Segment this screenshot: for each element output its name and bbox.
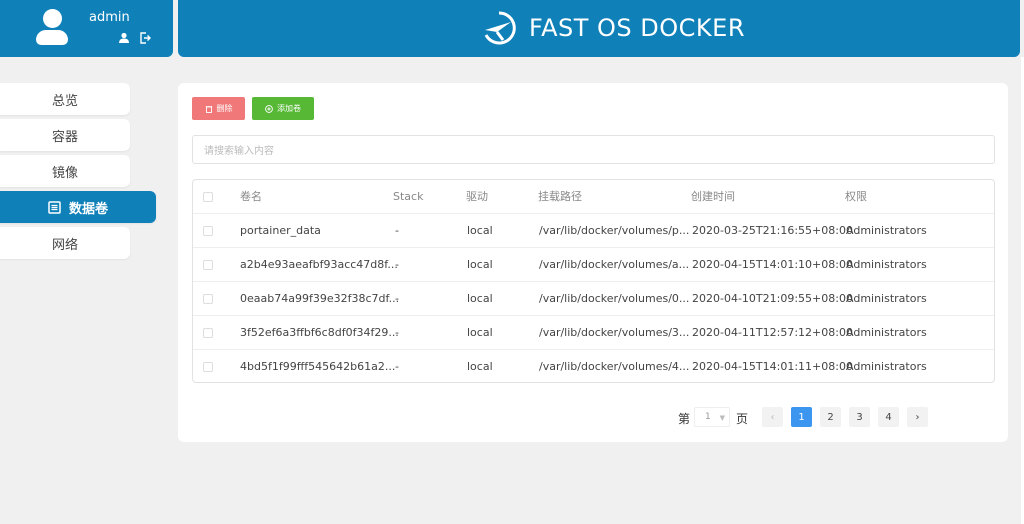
- search-placeholder: 请搜索输入内容: [204, 146, 274, 157]
- column-header: 挂载路径: [538, 190, 582, 203]
- driver-cell: local: [467, 360, 493, 373]
- page-number: 3: [856, 411, 863, 423]
- created-cell: 2020-04-10T21:09:55+08:00: [692, 292, 853, 305]
- page-prefix-label: 第: [678, 412, 691, 426]
- sidebar-item-overview[interactable]: 总览: [0, 83, 130, 115]
- driver-cell: local: [467, 258, 493, 271]
- mount-path-cell: /var/lib/docker/volumes/3...: [539, 326, 690, 339]
- permission-cell: Administrators: [846, 360, 927, 373]
- row-checkbox[interactable]: [203, 328, 213, 338]
- mount-path-cell: /var/lib/docker/volumes/4...: [539, 360, 690, 373]
- next-page-button[interactable]: ›: [907, 407, 928, 427]
- row-checkbox[interactable]: [203, 260, 213, 270]
- table-row[interactable]: 4bd5f1f99fff545642b61a2... - local /var/…: [193, 350, 994, 382]
- table-row[interactable]: 3f52ef6a3ffbf6c8df0f34f29... - local /va…: [193, 316, 994, 350]
- app-header: FAST OS DOCKER: [178, 0, 1020, 57]
- prev-page-button[interactable]: ‹: [762, 407, 783, 427]
- column-header: Stack: [393, 190, 424, 203]
- page-select-value: 1: [705, 412, 711, 422]
- sidebar-item-label: 容器: [51, 129, 78, 145]
- page-number: 2: [827, 411, 834, 423]
- driver-cell: local: [467, 224, 493, 237]
- page-1-button[interactable]: 1: [791, 407, 812, 427]
- page-3-button[interactable]: 3: [849, 407, 870, 427]
- sidebar-item-network[interactable]: 网络: [0, 227, 130, 259]
- page-number: 4: [885, 411, 892, 423]
- page-suffix-label: 页: [736, 412, 749, 426]
- mount-path-cell: /var/lib/docker/volumes/0...: [539, 292, 690, 305]
- page-2-button[interactable]: 2: [820, 407, 841, 427]
- search-input[interactable]: 请搜索输入内容: [192, 135, 995, 164]
- chevron-left-icon: ‹: [770, 411, 775, 423]
- user-icon[interactable]: [118, 32, 130, 44]
- table-header-row: 卷名 Stack 驱动 挂载路径 创建时间 权限: [193, 180, 994, 214]
- sidebar-item-label: 网络: [51, 237, 78, 253]
- avatar: [36, 9, 70, 47]
- volume-name: 3f52ef6a3ffbf6c8df0f34f29...: [240, 326, 399, 339]
- table-row[interactable]: portainer_data - local /var/lib/docker/v…: [193, 214, 994, 248]
- volumes-panel: 删除 添加卷 请搜索输入内容 卷名 Stack 驱动 挂载路径 创建时间 权限: [178, 83, 1008, 442]
- driver-cell: local: [467, 292, 493, 305]
- volume-name: portainer_data: [240, 224, 321, 237]
- volume-name: 0eaab74a99f39e32f38c7df...: [240, 292, 400, 305]
- stack-cell: -: [395, 258, 399, 271]
- stack-cell: -: [395, 360, 399, 373]
- volume-name: a2b4e93aeafbf93acc47d8f...: [240, 258, 398, 271]
- chevron-down-icon: ▼: [719, 414, 725, 422]
- permission-cell: Administrators: [846, 292, 927, 305]
- created-cell: 2020-04-15T14:01:11+08:00: [692, 360, 853, 373]
- plus-circle-icon: [265, 104, 273, 113]
- stack-cell: -: [395, 224, 399, 237]
- created-cell: 2020-03-25T21:16:55+08:00: [692, 224, 853, 237]
- mount-path-cell: /var/lib/docker/volumes/a...: [539, 258, 690, 271]
- mount-path-cell: /var/lib/docker/volumes/p...: [539, 224, 690, 237]
- volume-name: 4bd5f1f99fff545642b61a2...: [240, 360, 396, 373]
- column-header: 权限: [845, 190, 867, 203]
- logout-icon[interactable]: [139, 32, 151, 44]
- add-volume-button[interactable]: 添加卷: [252, 97, 314, 120]
- select-all-checkbox[interactable]: [203, 192, 213, 202]
- sidebar-item-label: 数据卷: [68, 201, 108, 217]
- permission-cell: Administrators: [846, 326, 927, 339]
- user-panel: admin: [0, 0, 173, 57]
- page-select[interactable]: 1 ▼: [694, 407, 730, 427]
- sidebar-item-label: 总览: [51, 93, 78, 109]
- list-icon: [48, 200, 61, 214]
- stack-cell: -: [395, 326, 399, 339]
- compass-logo-icon: [481, 10, 517, 46]
- sidebar-item-volumes[interactable]: 数据卷: [0, 191, 156, 223]
- volumes-table: 卷名 Stack 驱动 挂载路径 创建时间 权限 portainer_data …: [192, 179, 995, 383]
- add-volume-button-label: 添加卷: [277, 104, 301, 113]
- page-number: 1: [798, 411, 805, 423]
- created-cell: 2020-04-11T12:57:12+08:00: [692, 326, 853, 339]
- permission-cell: Administrators: [846, 258, 927, 271]
- column-header: 创建时间: [691, 190, 735, 203]
- app-root: admin FAST OS DOCKER 总览 容器 镜像 数据卷 网络 删除 …: [0, 0, 1024, 524]
- column-header: 卷名: [240, 190, 262, 203]
- stack-cell: -: [395, 292, 399, 305]
- row-checkbox[interactable]: [203, 226, 213, 236]
- sidebar-item-images[interactable]: 镜像: [0, 155, 130, 187]
- table-row[interactable]: a2b4e93aeafbf93acc47d8f... - local /var/…: [193, 248, 994, 282]
- row-checkbox[interactable]: [203, 362, 213, 372]
- column-header: 驱动: [466, 190, 488, 203]
- trash-icon: [205, 105, 213, 113]
- page-4-button[interactable]: 4: [878, 407, 899, 427]
- created-cell: 2020-04-15T14:01:10+08:00: [692, 258, 853, 271]
- sidebar-item-containers[interactable]: 容器: [0, 119, 130, 151]
- delete-button-label: 删除: [216, 104, 233, 113]
- app-title: FAST OS DOCKER: [529, 14, 746, 42]
- chevron-right-icon: ›: [915, 411, 920, 423]
- sidebar-item-label: 镜像: [51, 165, 78, 181]
- driver-cell: local: [467, 326, 493, 339]
- username: admin: [89, 10, 130, 25]
- permission-cell: Administrators: [846, 224, 927, 237]
- row-checkbox[interactable]: [203, 294, 213, 304]
- delete-button[interactable]: 删除: [192, 97, 245, 120]
- table-row[interactable]: 0eaab74a99f39e32f38c7df... - local /var/…: [193, 282, 994, 316]
- sidebar: 总览 容器 镜像 数据卷 网络: [0, 83, 157, 263]
